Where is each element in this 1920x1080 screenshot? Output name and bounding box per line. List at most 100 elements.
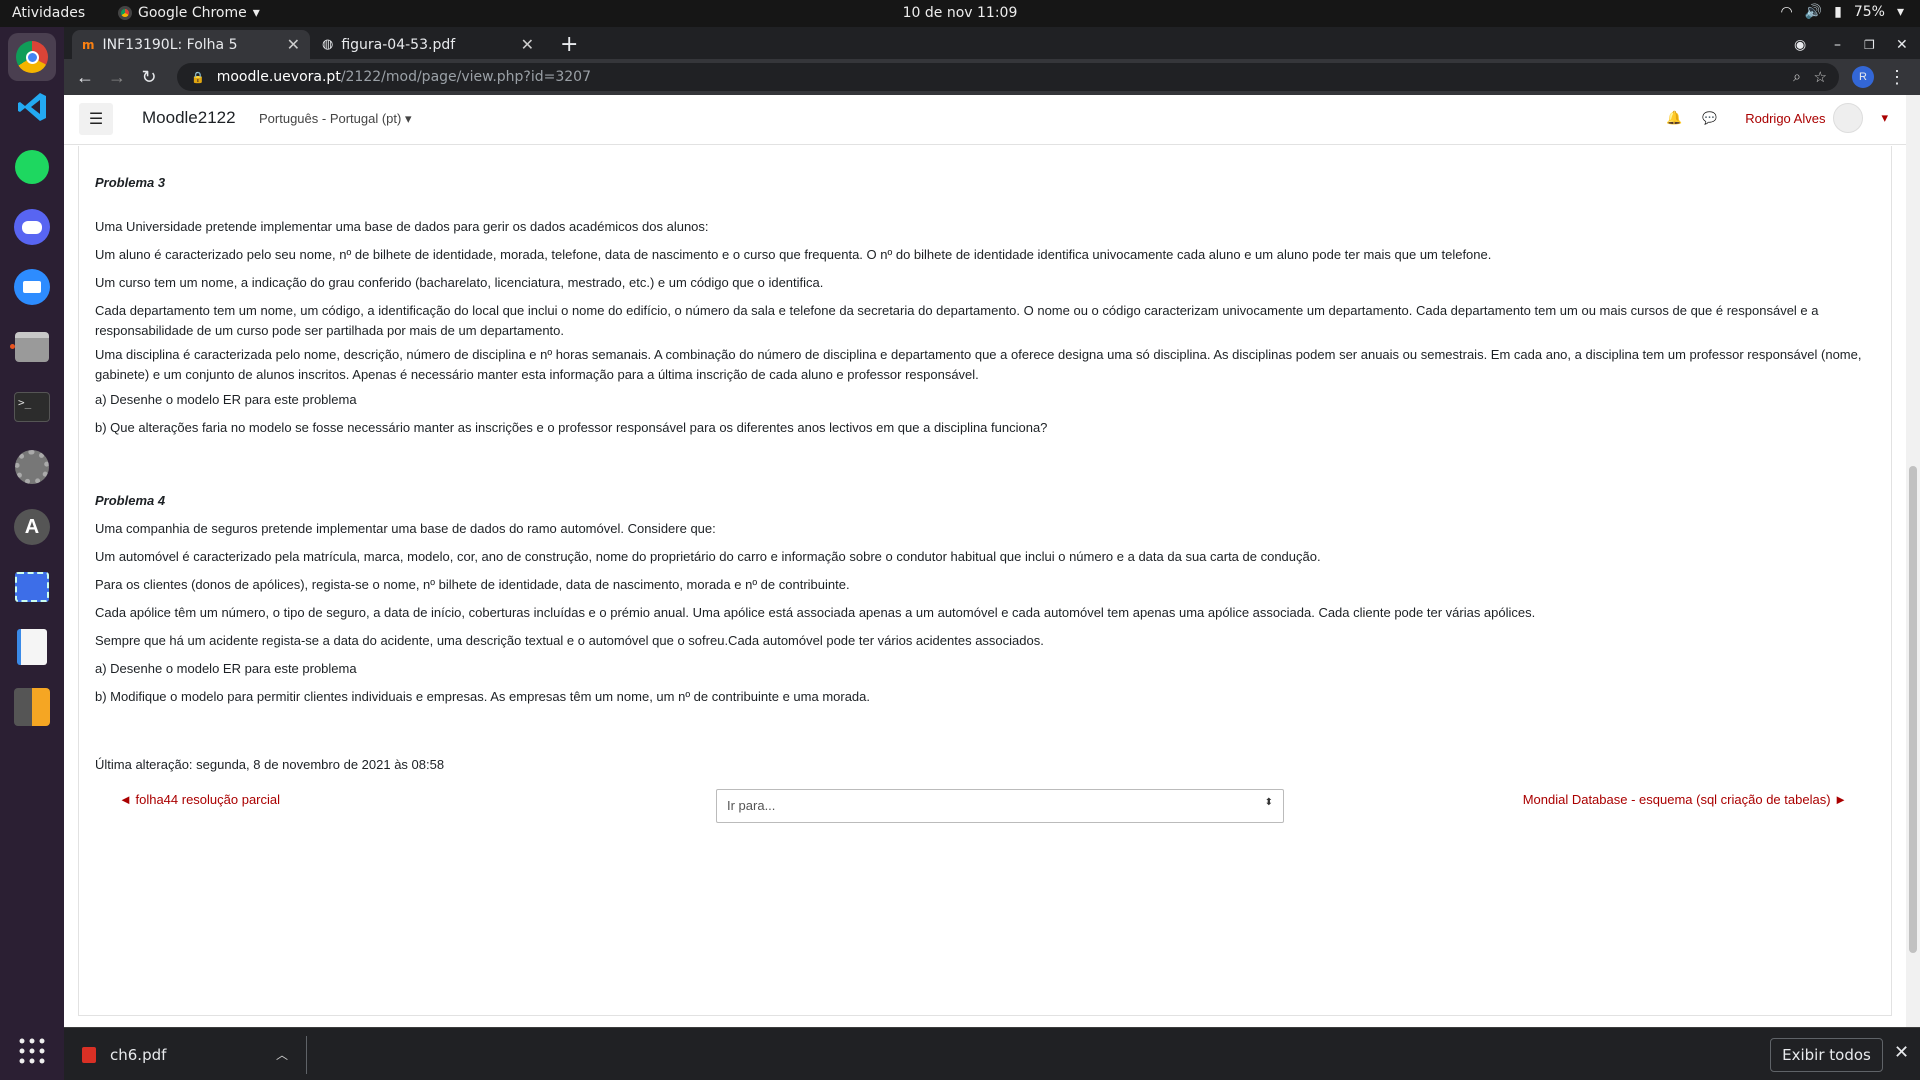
scrollbar-thumb[interactable] [1909, 466, 1917, 953]
download-filename: ch6.pdf [110, 1046, 167, 1064]
volume-icon: 🔊 [1804, 4, 1823, 20]
paragraph: b) Modifique o modelo para permitir clie… [95, 689, 871, 704]
tab-label: figura-04-53.pdf [341, 36, 456, 53]
paragraph: Uma companhia de seguros pretende implem… [95, 521, 716, 536]
paragraph: Um automóvel é caracterizado pela matríc… [95, 549, 1321, 564]
clock[interactable]: 10 de nov 11:09 [0, 5, 1920, 21]
chrome-menu-icon[interactable]: ⋮ [1886, 66, 1908, 88]
chrome-icon [118, 6, 132, 20]
chevron-down-icon: ▾ [252, 5, 260, 21]
system-tray[interactable]: ◠ 🔊 ▮ 75% ▾ [1780, 4, 1904, 20]
battery-level: 75% [1853, 4, 1885, 20]
profile-avatar[interactable]: R [1852, 66, 1874, 88]
paragraph: Uma Universidade pretende implementar um… [95, 219, 709, 234]
problem4-title: Problema 4 [95, 493, 166, 508]
language-label: Português - Portugal (pt) [259, 111, 402, 126]
divider [306, 1036, 307, 1074]
download-bar: ch6.pdf ︿ Exibir todos ✕ [64, 1027, 1920, 1080]
select-arrows-icon: ⬍ [1264, 797, 1273, 808]
caret-down-icon: ▾ [404, 111, 412, 126]
page-content: Problema 3 Uma Universidade pretende imp… [78, 146, 1892, 1016]
web-page: ☰ Moodle2122 Português - Portugal (pt) ▾… [64, 95, 1920, 1027]
text-editor-icon[interactable] [8, 623, 56, 671]
paragraph: a) Desenhe o modelo ER para este problem… [95, 392, 357, 407]
paragraph: Um aluno é caracterizado pelo seu nome, … [95, 247, 1492, 262]
site-name-link[interactable]: Moodle2122 [142, 108, 236, 128]
download-item[interactable]: ch6.pdf ︿ [82, 1040, 298, 1070]
close-icon[interactable]: ✕ [287, 35, 300, 54]
close-icon[interactable]: ✕ [521, 35, 534, 54]
last-modified: Última alteração: segunda, 8 de novembro… [95, 757, 445, 772]
globe-icon: ◍ [322, 37, 334, 52]
prev-activity-link[interactable]: ◄ folha44 resolução parcial [119, 792, 280, 807]
moodle-icon: m [82, 37, 95, 52]
bookmark-star-icon[interactable]: ☆ [1814, 68, 1827, 86]
tab-folha5[interactable]: m INF13190L: Folha 5 ✕ [72, 30, 310, 59]
paragraph: Uma disciplina é caracterizada pelo nome… [95, 347, 1862, 382]
battery-icon: ▮ [1834, 4, 1842, 20]
tab-label: INF13190L: Folha 5 [102, 36, 238, 53]
zoom-icon[interactable]: ⌕ [1793, 69, 1801, 85]
jump-to-select[interactable]: Ir para... ⬍ [716, 789, 1284, 823]
paragraph: Um curso tem um nome, a indicação do gra… [95, 275, 824, 290]
chevron-down-icon: ▾ [1896, 4, 1904, 20]
paragraph: Sempre que há um acidente regista-se a d… [95, 633, 1044, 648]
reload-icon[interactable]: ↻ [138, 66, 160, 88]
lock-icon: 🔒 [191, 70, 205, 84]
vscode-icon[interactable] [8, 83, 56, 131]
restore-button[interactable]: ❐ [1854, 30, 1885, 59]
system-top-bar: Atividades Google Chrome ▾ 10 de nov 11:… [0, 0, 1920, 27]
language-menu[interactable]: Português - Portugal (pt) ▾ [259, 111, 412, 127]
new-tab-button[interactable]: + [550, 30, 588, 59]
activities-button[interactable]: Atividades [12, 5, 85, 21]
app-menu[interactable]: Google Chrome ▾ [118, 5, 260, 21]
problem3-title: Problema 3 [95, 175, 166, 190]
paragraph: a) Desenhe o modelo ER para este problem… [95, 661, 357, 676]
wifi-icon: ◠ [1780, 4, 1793, 20]
bell-icon[interactable]: 🔔 [1666, 110, 1682, 126]
window-close-button[interactable]: ✕ [1886, 30, 1918, 59]
spotify-icon[interactable] [8, 143, 56, 191]
browser-toolbar: ← → ↻ 🔒 moodle.uevora.pt /2122/mod/page/… [64, 59, 1920, 95]
running-indicator [10, 344, 15, 349]
discord-icon[interactable] [8, 203, 56, 251]
avatar [1833, 103, 1864, 133]
menu-toggle-button[interactable]: ☰ [79, 103, 113, 135]
tab-strip: m INF13190L: Folha 5 ✕ ◍ figura-04-53.pd… [64, 27, 1920, 59]
page-scrollbar[interactable] [1906, 95, 1920, 1027]
calculator-icon[interactable] [8, 683, 56, 731]
chevron-up-icon[interactable]: ︿ [276, 1046, 288, 1063]
forward-icon[interactable]: → [106, 66, 128, 88]
close-icon[interactable]: ✕ [1894, 1042, 1909, 1063]
software-icon[interactable]: A [8, 503, 56, 551]
paragraph: b) Que alterações faria no modelo se fos… [95, 420, 1048, 435]
caret-down-icon: ▾ [1881, 110, 1888, 125]
tab-search-icon[interactable]: ◉ [1784, 30, 1816, 59]
url-host: moodle.uevora.pt [216, 69, 341, 85]
paragraph: Cada departamento tem um nome, um código… [95, 303, 1819, 338]
app-grid-icon[interactable] [8, 1027, 56, 1075]
moodle-navbar: ☰ Moodle2122 Português - Portugal (pt) ▾… [64, 95, 1906, 145]
user-menu[interactable]: 🔔 💬 Rodrigo Alves ▾ [1666, 103, 1888, 133]
minimize-button[interactable]: – [1824, 30, 1851, 59]
zoom-icon[interactable] [8, 263, 56, 311]
settings-icon[interactable] [8, 443, 56, 491]
hamburger-icon: ☰ [88, 111, 104, 128]
pdf-file-icon [82, 1047, 96, 1063]
back-icon[interactable]: ← [74, 66, 96, 88]
url-path: /2122/mod/page/view.php?id=3207 [340, 69, 591, 85]
files-icon[interactable] [8, 323, 56, 371]
screenshot-icon[interactable] [8, 563, 56, 611]
address-bar[interactable]: 🔒 moodle.uevora.pt /2122/mod/page/view.p… [177, 63, 1839, 91]
paragraph: Cada apólice têm um número, o tipo de se… [95, 605, 1536, 620]
chat-icon[interactable]: 💬 [1702, 111, 1717, 125]
next-activity-link[interactable]: Mondial Database - esquema (sql criação … [1523, 792, 1847, 807]
browser-window: m INF13190L: Folha 5 ✕ ◍ figura-04-53.pd… [64, 27, 1920, 1080]
chrome-icon[interactable] [8, 33, 56, 81]
dock: >_ A [0, 27, 64, 1080]
paragraph: Para os clientes (donos de apólices), re… [95, 577, 850, 592]
jump-to-label: Ir para... [727, 798, 776, 813]
tab-figura[interactable]: ◍ figura-04-53.pdf ✕ [312, 30, 544, 59]
show-all-button[interactable]: Exibir todos [1770, 1038, 1883, 1072]
terminal-icon[interactable]: >_ [8, 383, 56, 431]
